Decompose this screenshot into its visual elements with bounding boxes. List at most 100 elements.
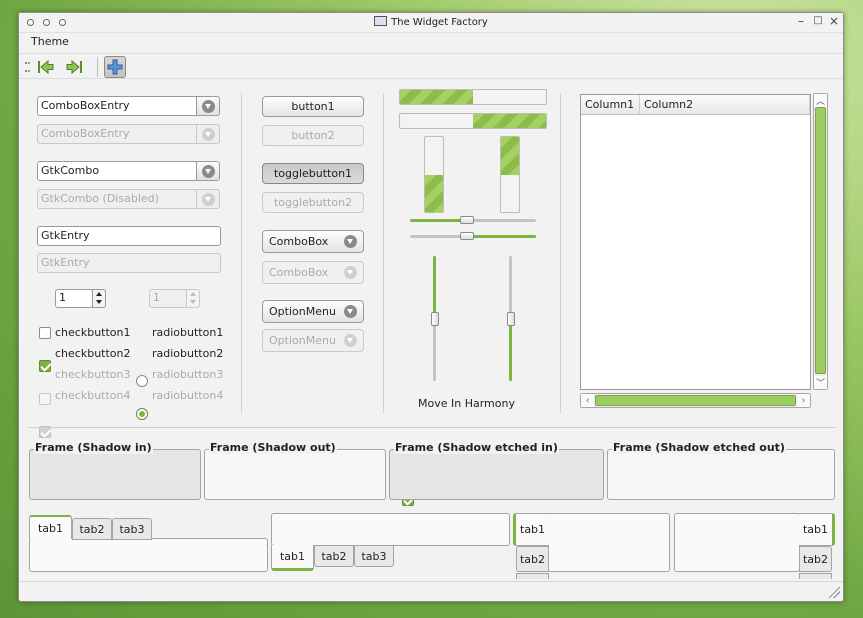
spin-entry-disabled: 1 (149, 289, 187, 308)
frame-shadow-out (204, 449, 386, 500)
column-separator (560, 93, 561, 413)
spin-arrows-disabled (186, 289, 200, 308)
tab-top-1[interactable]: tab1 (29, 515, 72, 539)
add-icon[interactable] (104, 56, 126, 78)
comboboxentry-arrow[interactable] (196, 96, 220, 116)
main-window: The Widget Factory – □ × Theme ComboBoxE… (18, 12, 844, 602)
radiobutton4-label: radiobutton4 (152, 389, 224, 402)
app-icon (374, 16, 388, 26)
progressbar-horizontal-1 (399, 89, 547, 105)
scroll-down-icon[interactable]: ﹀ (814, 376, 827, 389)
tab-top-3[interactable]: tab3 (112, 518, 152, 540)
button2-disabled: button2 (262, 125, 364, 146)
radiobutton2-circle[interactable] (136, 408, 148, 420)
spin-up-icon[interactable] (96, 292, 102, 296)
radiobutton1-circle[interactable] (136, 375, 148, 387)
checkbutton2-label[interactable]: checkbutton2 (55, 347, 131, 360)
tab-left-2[interactable]: tab2 (516, 546, 549, 572)
checkbutton2-box[interactable] (39, 360, 51, 372)
maximize-icon[interactable]: □ (811, 15, 825, 26)
tree-view[interactable]: Column1 Column2 (580, 94, 811, 390)
spin-down-icon (190, 300, 196, 304)
hscale-2-handle[interactable] (459, 232, 474, 240)
togglebutton1[interactable]: togglebutton1 (262, 163, 364, 184)
gtkcombo-arrow[interactable] (196, 161, 220, 181)
menu-theme[interactable]: Theme (31, 35, 69, 48)
hscale-fill (466, 235, 536, 238)
title-bar[interactable]: The Widget Factory – □ × (19, 13, 843, 33)
tab-right-2[interactable]: tab2 (799, 546, 832, 572)
checkbutton3-box (39, 393, 51, 405)
comboboxentry-disabled-text: ComboBoxEntry (37, 124, 197, 144)
comboboxentry-disabled-arrow (196, 124, 220, 144)
scroll-right-icon[interactable]: › (797, 394, 810, 407)
progressbar-vertical-1 (424, 136, 444, 213)
horizontal-scrollbar-thumb[interactable] (595, 395, 796, 406)
gtkcombo[interactable]: GtkCombo (37, 161, 220, 181)
resize-grip-icon[interactable] (828, 586, 840, 598)
checkbutton1-box[interactable] (39, 327, 51, 339)
gtkcombo-disabled-arrow (196, 189, 220, 209)
progressbar-vertical-2 (500, 136, 520, 213)
statusbar (19, 581, 843, 601)
frame-shadow-out-label: Frame (Shadow out) (209, 441, 337, 454)
horizontal-scrollbar[interactable]: ‹ › (580, 393, 811, 408)
vscale-2-handle[interactable] (507, 311, 515, 326)
goto-last-icon[interactable] (63, 56, 85, 78)
button1[interactable]: button1 (262, 96, 364, 117)
frame-shadow-in (29, 449, 201, 500)
scroll-up-icon[interactable]: ︿ (814, 94, 827, 107)
vertical-scrollbar[interactable]: ︿ ﹀ (813, 93, 828, 390)
checkbutton3-label: checkbutton3 (55, 368, 131, 381)
spin-arrows[interactable] (92, 289, 106, 308)
gtkentry[interactable]: GtkEntry (37, 226, 221, 246)
toolbar (19, 53, 843, 79)
spin-down-icon[interactable] (96, 300, 102, 304)
gtkcombo-text[interactable]: GtkCombo (37, 161, 197, 181)
vscale-1-handle[interactable] (431, 311, 439, 326)
togglebutton2-disabled: togglebutton2 (262, 192, 364, 213)
vertical-scrollbar-thumb[interactable] (815, 107, 826, 374)
combobox[interactable]: ComboBox (262, 230, 364, 253)
tab-right-1[interactable]: tab1 (799, 513, 835, 546)
radiobutton1-label[interactable]: radiobutton1 (152, 326, 223, 339)
tab-bottom-1[interactable]: tab1 (271, 545, 314, 571)
chevron-down-icon (344, 235, 357, 248)
spin-entry[interactable]: 1 (55, 289, 93, 308)
close-icon[interactable]: × (827, 14, 841, 28)
tab-right-3-partial[interactable] (799, 573, 832, 579)
optionmenu[interactable]: OptionMenu (262, 300, 364, 323)
window-title: The Widget Factory (391, 17, 488, 28)
progress-fill (473, 114, 546, 128)
tab-bottom-2[interactable]: tab2 (314, 545, 354, 567)
column1-header[interactable]: Column1 (581, 95, 640, 115)
comboboxentry-disabled: ComboBoxEntry (37, 124, 220, 144)
frame-shadow-etched-in-label: Frame (Shadow etched in) (394, 441, 559, 454)
toolbar-grip[interactable] (25, 62, 30, 72)
scroll-left-icon[interactable]: ‹ (581, 394, 594, 407)
chevron-down-icon (344, 266, 357, 279)
tab-left-1[interactable]: tab1 (513, 513, 549, 546)
frame-shadow-etched-out-label: Frame (Shadow etched out) (612, 441, 786, 454)
notebook-right-page (674, 513, 800, 572)
checkbutton1-label[interactable]: checkbutton1 (55, 326, 131, 339)
progress-fill (425, 174, 443, 212)
radiobutton2-label[interactable]: radiobutton2 (152, 347, 223, 360)
comboboxentry[interactable]: ComboBoxEntry (37, 96, 220, 116)
hscale-1-handle[interactable] (459, 216, 474, 224)
tab-left-3-partial[interactable] (516, 573, 549, 579)
column2-header[interactable]: Column2 (640, 95, 810, 115)
hscale-fill (410, 219, 467, 222)
combobox-disabled: ComboBox (262, 261, 364, 284)
goto-first-icon[interactable] (35, 56, 57, 78)
tab-bottom-3[interactable]: tab3 (354, 545, 394, 567)
spin-up-icon (190, 292, 196, 296)
vscale-fill (433, 256, 436, 319)
gtkcombo-disabled: GtkCombo (Disabled) (37, 189, 220, 209)
move-in-harmony-label[interactable]: Move In Harmony (418, 397, 515, 410)
minimize-icon[interactable]: – (794, 14, 808, 28)
tab-top-2[interactable]: tab2 (72, 518, 112, 540)
gtkentry-disabled: GtkEntry (37, 253, 221, 273)
comboboxentry-text[interactable]: ComboBoxEntry (37, 96, 197, 116)
optionmenu-disabled-label: OptionMenu (269, 334, 336, 347)
